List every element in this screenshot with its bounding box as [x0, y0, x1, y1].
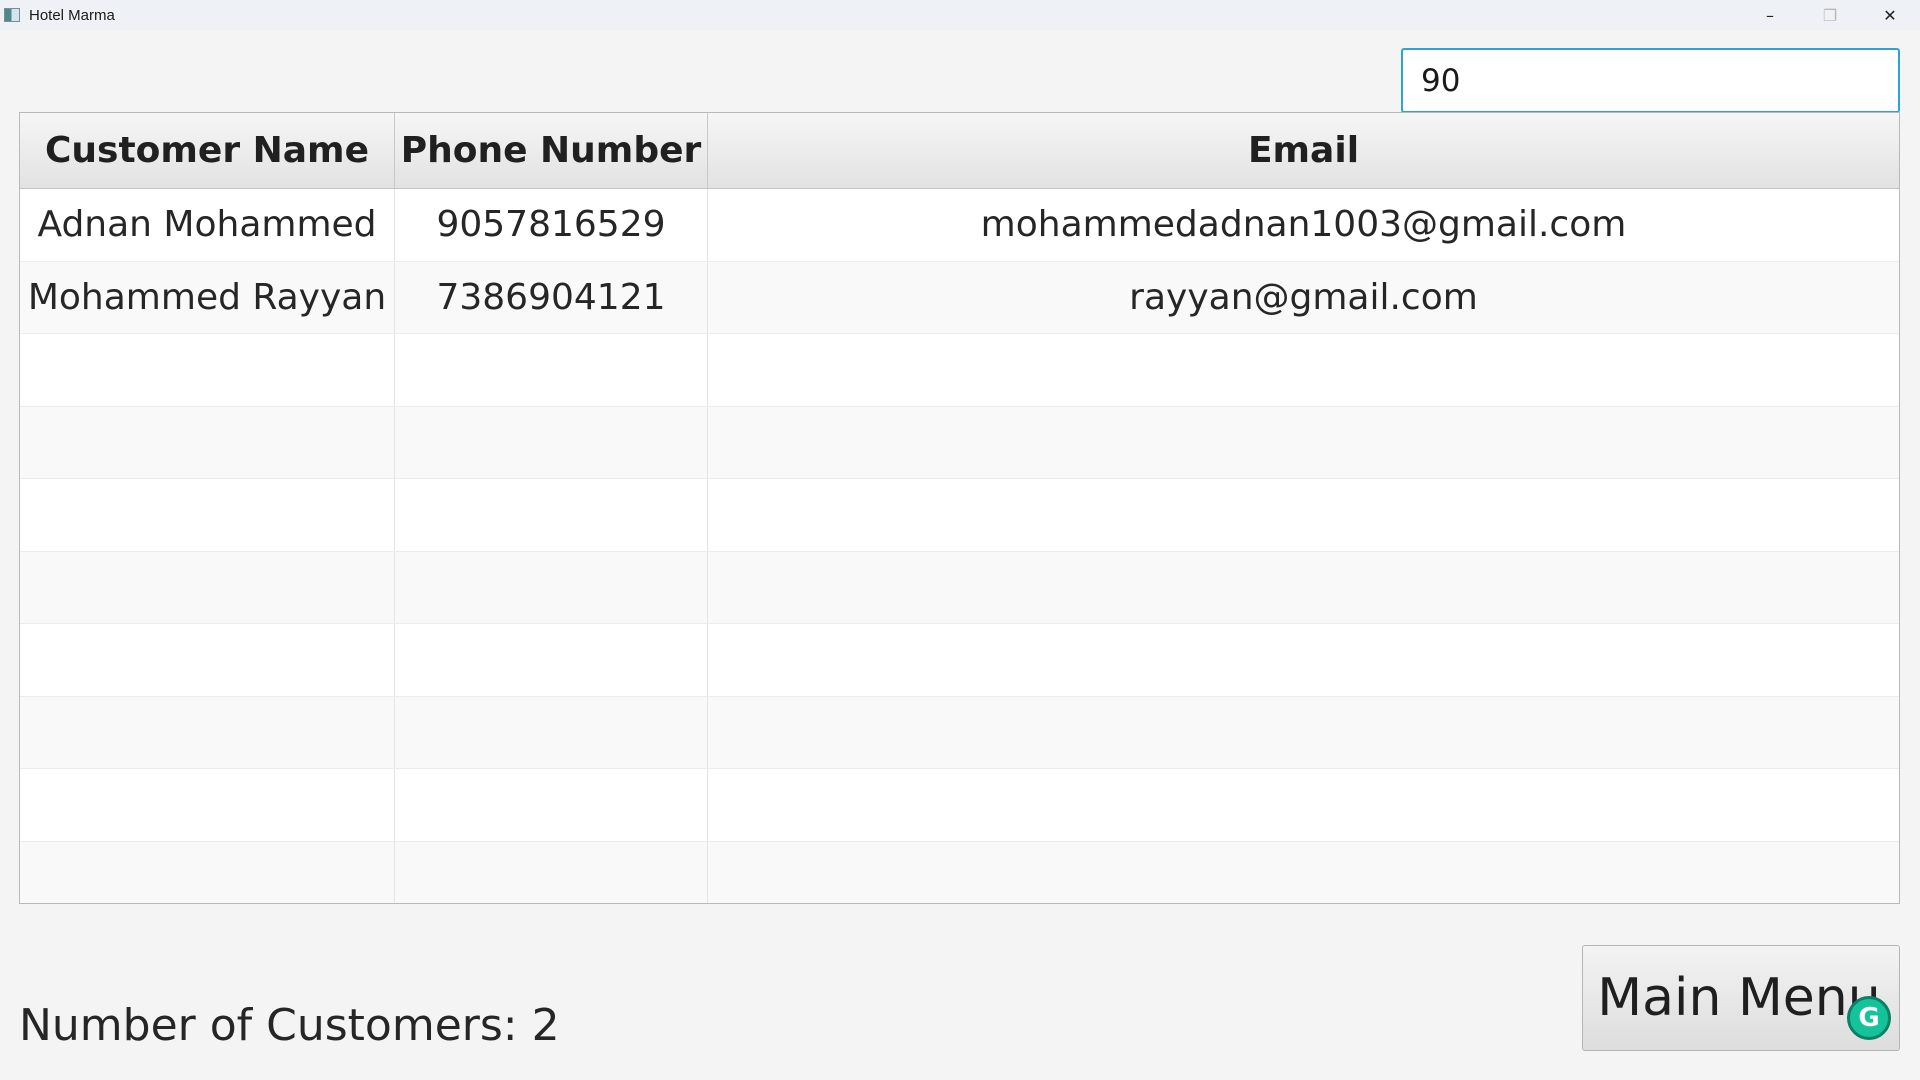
cell-phone-number — [395, 551, 708, 623]
close-button[interactable]: ✕ — [1860, 0, 1920, 30]
minimize-button[interactable]: – — [1740, 0, 1800, 30]
table-row[interactable]: Adnan Mohammed 9057816529 mohammedadnan1… — [20, 189, 1899, 262]
window-controls: – ❐ ✕ — [1740, 0, 1920, 30]
cell-phone-number — [395, 769, 708, 841]
cell-customer-name — [20, 406, 395, 478]
cell-phone-number — [395, 841, 708, 903]
empty-table-row — [20, 551, 1899, 624]
cell-phone-number — [395, 406, 708, 478]
cell-customer-name — [20, 841, 395, 903]
maximize-button[interactable]: ❐ — [1800, 0, 1860, 30]
empty-table-row — [20, 769, 1899, 842]
cell-phone-number — [395, 624, 708, 696]
cell-customer-name — [20, 624, 395, 696]
title-bar[interactable]: Hotel Marma – ❐ ✕ — [0, 0, 1920, 30]
cell-email — [708, 334, 1899, 406]
empty-table-row — [20, 406, 1899, 479]
cell-email — [708, 479, 1899, 551]
cell-email — [708, 552, 1899, 624]
cell-email — [708, 697, 1899, 769]
empty-table-row — [20, 624, 1899, 697]
cell-customer-name: Mohammed Rayyan — [20, 261, 395, 333]
cell-customer-name — [20, 479, 395, 551]
column-header-customer-name[interactable]: Customer Name — [20, 113, 395, 188]
cell-email: mohammedadnan1003@gmail.com — [980, 204, 1627, 246]
cell-customer-name — [20, 696, 395, 768]
empty-table-row — [20, 479, 1899, 552]
customer-table: Customer Name Phone Number Email Adnan M… — [19, 112, 1900, 904]
cell-phone-number — [395, 696, 708, 768]
cell-phone-number: 9057816529 — [395, 189, 708, 261]
empty-table-row — [20, 696, 1899, 769]
table-row[interactable]: Mohammed Rayyan 7386904121 rayyan@gmail.… — [20, 261, 1899, 334]
empty-table-row — [20, 841, 1899, 904]
window-title: Hotel Marma — [29, 6, 115, 24]
search-input[interactable] — [1401, 48, 1900, 113]
app-window: Hotel Marma – ❐ ✕ Customer Name Phone Nu… — [0, 0, 1920, 1080]
table-header: Customer Name Phone Number Email — [20, 113, 1899, 189]
cell-email: rayyan@gmail.com — [1129, 276, 1478, 318]
cell-customer-name — [20, 334, 395, 406]
column-header-email[interactable]: Email — [708, 113, 1899, 188]
cell-customer-name — [20, 551, 395, 623]
cell-email — [708, 407, 1899, 479]
empty-table-row — [20, 334, 1899, 407]
cell-phone-number — [395, 479, 708, 551]
customer-count-label: Number of Customers: 2 — [19, 1000, 560, 1051]
main-menu-button[interactable]: Main Menu — [1582, 945, 1900, 1051]
cell-email — [708, 769, 1899, 841]
cell-customer-name — [20, 769, 395, 841]
cell-customer-name: Adnan Mohammed — [20, 189, 395, 261]
table-body: Adnan Mohammed 9057816529 mohammedadnan1… — [20, 189, 1899, 904]
cell-email — [708, 624, 1899, 696]
cell-email — [708, 842, 1899, 904]
column-header-phone-number[interactable]: Phone Number — [395, 113, 708, 188]
grammarly-icon[interactable]: G — [1847, 996, 1891, 1040]
app-icon — [4, 8, 20, 22]
cell-phone-number: 7386904121 — [395, 261, 708, 333]
cell-phone-number — [395, 334, 708, 406]
